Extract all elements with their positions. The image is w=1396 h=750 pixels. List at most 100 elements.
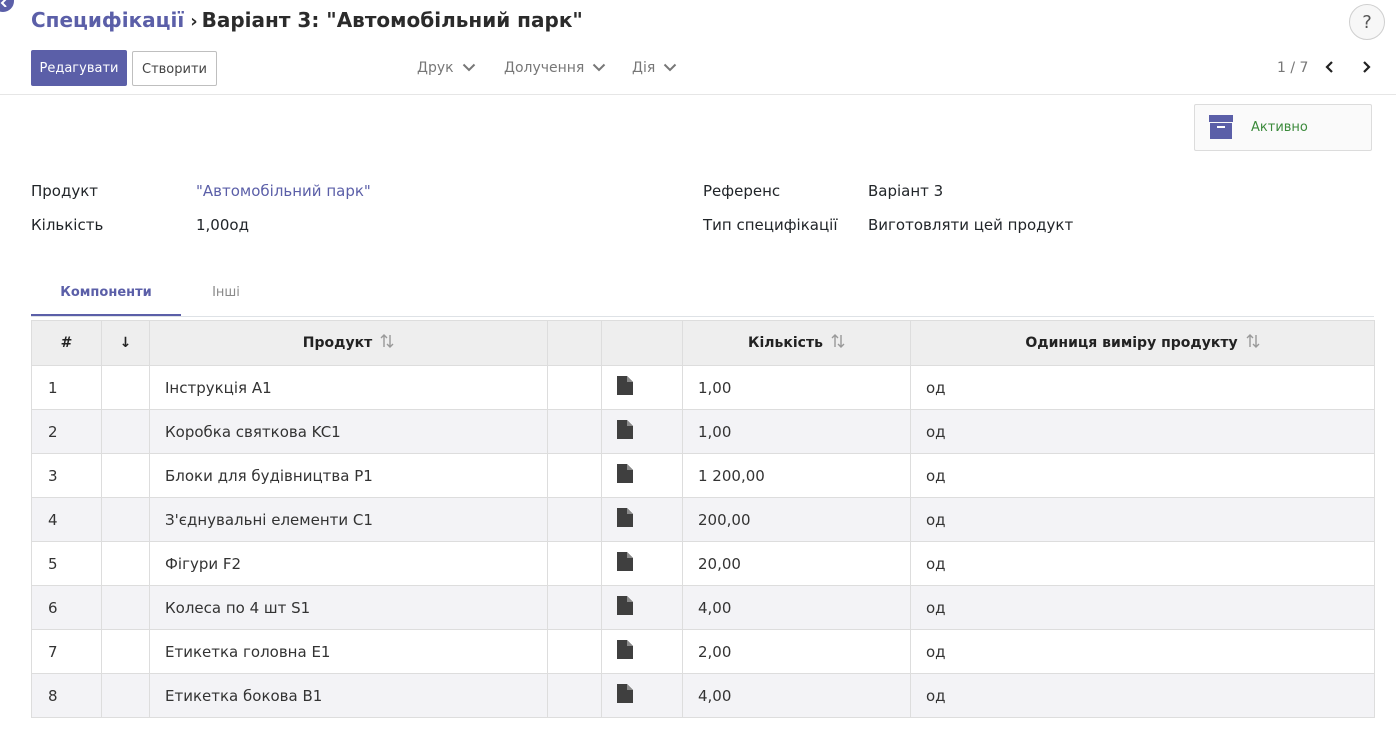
document-icon[interactable] bbox=[617, 508, 633, 531]
row-uom[interactable]: од bbox=[910, 497, 1375, 542]
row-quantity[interactable]: 4,00 bbox=[682, 585, 911, 630]
table-row[interactable]: 6 Колеса по 4 шт S1 4,00 од bbox=[31, 585, 1375, 630]
row-product[interactable]: З'єднувальні елементи C1 bbox=[149, 497, 548, 542]
row-empty bbox=[547, 365, 602, 410]
column-header-uom-label: Одиниця виміру продукту bbox=[1025, 335, 1238, 351]
back-icon[interactable] bbox=[0, 0, 14, 12]
row-handle[interactable] bbox=[101, 541, 150, 586]
row-handle[interactable] bbox=[101, 365, 150, 410]
row-uom[interactable]: од bbox=[910, 585, 1375, 630]
row-empty bbox=[547, 629, 602, 674]
quantity-field-label: Кількість bbox=[31, 216, 104, 234]
pager-value[interactable]: 1 / 7 bbox=[1277, 60, 1308, 76]
document-icon[interactable] bbox=[617, 420, 633, 443]
create-button[interactable]: Створити bbox=[132, 51, 217, 86]
row-product[interactable]: Блоки для будівництва P1 bbox=[149, 453, 548, 498]
tab-components[interactable]: Компоненти bbox=[31, 270, 181, 316]
table-row[interactable]: 1 Інструкція A1 1,00 од bbox=[31, 365, 1375, 410]
row-empty bbox=[547, 673, 602, 718]
row-handle[interactable] bbox=[101, 409, 150, 454]
row-uom[interactable]: од bbox=[910, 453, 1375, 498]
row-handle[interactable] bbox=[101, 585, 150, 630]
column-header-quantity[interactable]: Кількість bbox=[682, 320, 911, 366]
row-quantity[interactable]: 4,00 bbox=[682, 673, 911, 718]
row-document[interactable] bbox=[601, 409, 683, 454]
document-icon[interactable] bbox=[617, 684, 633, 707]
row-empty bbox=[547, 585, 602, 630]
table-row[interactable]: 2 Коробка святкова KC1 1,00 од bbox=[31, 409, 1375, 454]
row-handle[interactable] bbox=[101, 453, 150, 498]
row-uom[interactable]: од bbox=[910, 409, 1375, 454]
row-document[interactable] bbox=[601, 453, 683, 498]
document-icon[interactable] bbox=[617, 552, 633, 575]
pager-previous-icon[interactable] bbox=[1321, 58, 1339, 76]
row-empty bbox=[547, 541, 602, 586]
help-button[interactable]: ? bbox=[1349, 4, 1385, 40]
row-document[interactable] bbox=[601, 629, 683, 674]
table-row[interactable]: 3 Блоки для будівництва P1 1 200,00 од bbox=[31, 453, 1375, 498]
reference-field-value: Варіант 3 bbox=[868, 182, 944, 200]
components-table: # ↓ Продукт Кількість Одиниця виміру про… bbox=[31, 320, 1375, 718]
attachments-dropdown[interactable]: Долучення bbox=[504, 60, 606, 76]
row-quantity[interactable]: 200,00 bbox=[682, 497, 911, 542]
column-header-uom[interactable]: Одиниця виміру продукту bbox=[910, 320, 1375, 366]
sort-icon bbox=[831, 332, 845, 354]
row-handle[interactable] bbox=[101, 497, 150, 542]
table-row[interactable]: 5 Фігури F2 20,00 од bbox=[31, 541, 1375, 586]
row-number: 1 bbox=[31, 365, 102, 410]
column-header-sequence[interactable]: ↓ bbox=[101, 320, 150, 366]
document-icon[interactable] bbox=[617, 376, 633, 399]
row-document[interactable] bbox=[601, 365, 683, 410]
row-product[interactable]: Етикетка бокова B1 bbox=[149, 673, 548, 718]
column-header-number: # bbox=[31, 320, 102, 366]
sort-icon bbox=[380, 332, 394, 354]
table-header-row: # ↓ Продукт Кількість Одиниця виміру про… bbox=[31, 320, 1375, 366]
table-row[interactable]: 4 З'єднувальні елементи C1 200,00 од bbox=[31, 497, 1375, 542]
row-handle[interactable] bbox=[101, 629, 150, 674]
row-quantity[interactable]: 2,00 bbox=[682, 629, 911, 674]
breadcrumb-parent-link[interactable]: Специфікації bbox=[31, 8, 184, 32]
column-header-document bbox=[601, 320, 683, 366]
document-icon[interactable] bbox=[617, 464, 633, 487]
breadcrumb-current: Варіант 3: "Автомобільний парк" bbox=[201, 8, 583, 32]
bom-type-field-value: Виготовляти цей продукт bbox=[868, 216, 1074, 234]
row-document[interactable] bbox=[601, 541, 683, 586]
row-empty bbox=[547, 409, 602, 454]
action-dropdown-label: Дія bbox=[632, 60, 656, 76]
breadcrumb: Специфікації › Варіант 3: "Автомобільний п… bbox=[31, 8, 583, 32]
table-row[interactable]: 8 Етикетка бокова B1 4,00 од bbox=[31, 673, 1375, 718]
archive-toggle-button[interactable]: Активно bbox=[1194, 104, 1372, 151]
row-document[interactable] bbox=[601, 497, 683, 542]
row-document[interactable] bbox=[601, 673, 683, 718]
row-handle[interactable] bbox=[101, 673, 150, 718]
document-icon[interactable] bbox=[617, 640, 633, 663]
pager-next-icon[interactable] bbox=[1357, 58, 1375, 76]
row-product[interactable]: Колеса по 4 шт S1 bbox=[149, 585, 548, 630]
row-empty bbox=[547, 497, 602, 542]
product-field-value[interactable]: "Автомобільний парк" bbox=[196, 182, 371, 200]
row-product[interactable]: Коробка святкова KC1 bbox=[149, 409, 548, 454]
row-uom[interactable]: од bbox=[910, 365, 1375, 410]
document-icon[interactable] bbox=[617, 596, 633, 619]
row-quantity[interactable]: 1,00 bbox=[682, 365, 911, 410]
column-header-product[interactable]: Продукт bbox=[149, 320, 548, 366]
row-quantity[interactable]: 1,00 bbox=[682, 409, 911, 454]
row-quantity[interactable]: 20,00 bbox=[682, 541, 911, 586]
row-product[interactable]: Інструкція A1 bbox=[149, 365, 548, 410]
row-uom[interactable]: од bbox=[910, 629, 1375, 674]
row-quantity[interactable]: 1 200,00 bbox=[682, 453, 911, 498]
print-dropdown[interactable]: Друк bbox=[417, 60, 476, 76]
edit-button[interactable]: Редагувати bbox=[31, 50, 127, 86]
row-document[interactable] bbox=[601, 585, 683, 630]
tab-other[interactable]: Інші bbox=[181, 270, 271, 316]
column-header-product-label: Продукт bbox=[302, 335, 373, 351]
row-product[interactable]: Фігури F2 bbox=[149, 541, 548, 586]
table-row[interactable]: 7 Етикетка головна E1 2,00 од bbox=[31, 629, 1375, 674]
row-uom[interactable]: од bbox=[910, 541, 1375, 586]
attachments-dropdown-label: Долучення bbox=[504, 60, 585, 76]
action-dropdown[interactable]: Дія bbox=[632, 60, 677, 76]
row-uom[interactable]: од bbox=[910, 673, 1375, 718]
row-number: 5 bbox=[31, 541, 102, 586]
row-product[interactable]: Етикетка головна E1 bbox=[149, 629, 548, 674]
row-number: 8 bbox=[31, 673, 102, 718]
